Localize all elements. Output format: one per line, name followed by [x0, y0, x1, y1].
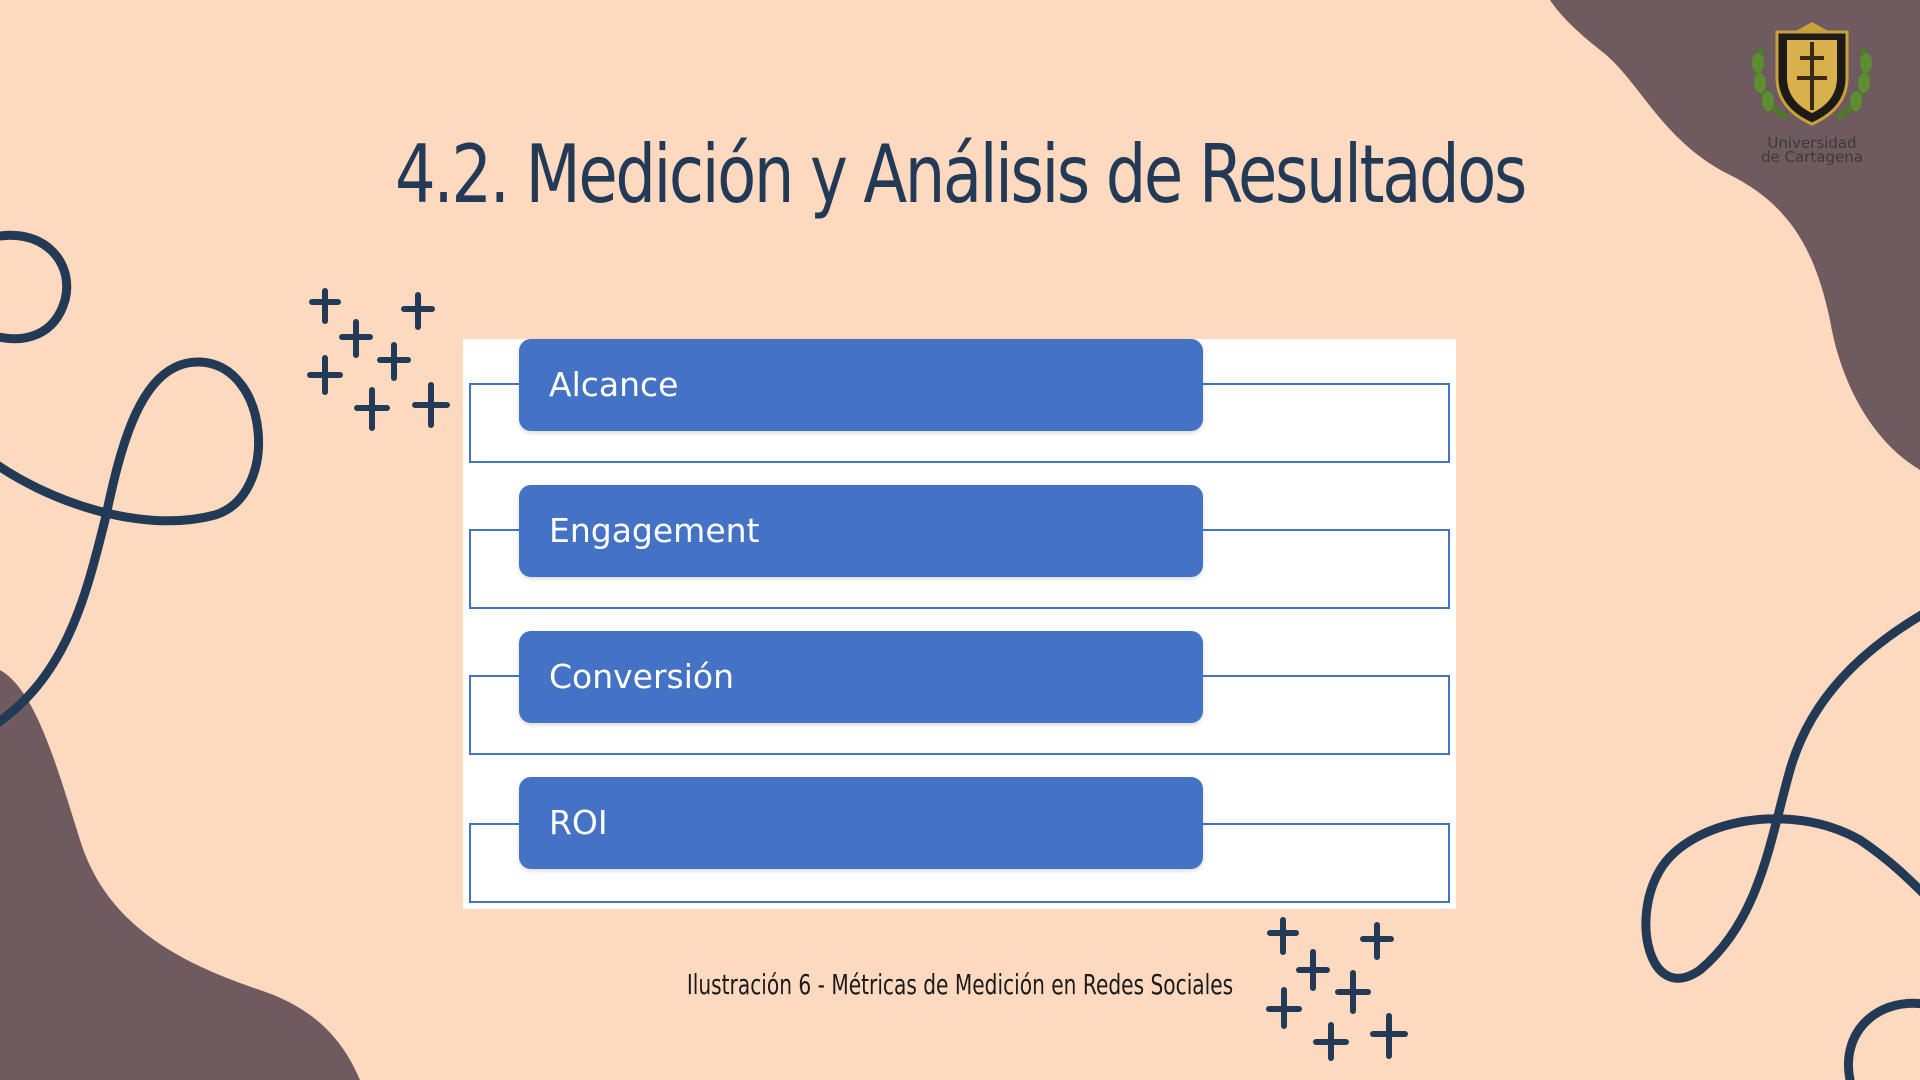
- left-squiggle: [0, 230, 263, 727]
- university-logo: Universidad de Cartagena: [1742, 18, 1882, 168]
- crest-icon: [1752, 22, 1872, 126]
- bottom-left-blob: [0, 670, 360, 1080]
- slide-title: 4.2. Medición y Análisis de Resultados: [395, 128, 1527, 221]
- item-alcance: Alcance: [519, 339, 1203, 431]
- sparkles-top-left: [307, 288, 450, 431]
- item-engagement: Engagement: [519, 485, 1203, 577]
- right-squiggle: [1641, 610, 1920, 983]
- logo-text: Universidad de Cartagena: [1742, 136, 1882, 166]
- logo-line-2: de Cartagena: [1761, 148, 1863, 166]
- metrics-diagram: Alcance Engagement Conversión ROI: [463, 339, 1456, 909]
- item-conversion: Conversión: [519, 631, 1203, 723]
- item-roi: ROI: [519, 777, 1203, 869]
- figure-caption: Ilustración 6 - Métricas de Medición en …: [686, 968, 1234, 1001]
- bottom-right-ring: [1844, 998, 1920, 1080]
